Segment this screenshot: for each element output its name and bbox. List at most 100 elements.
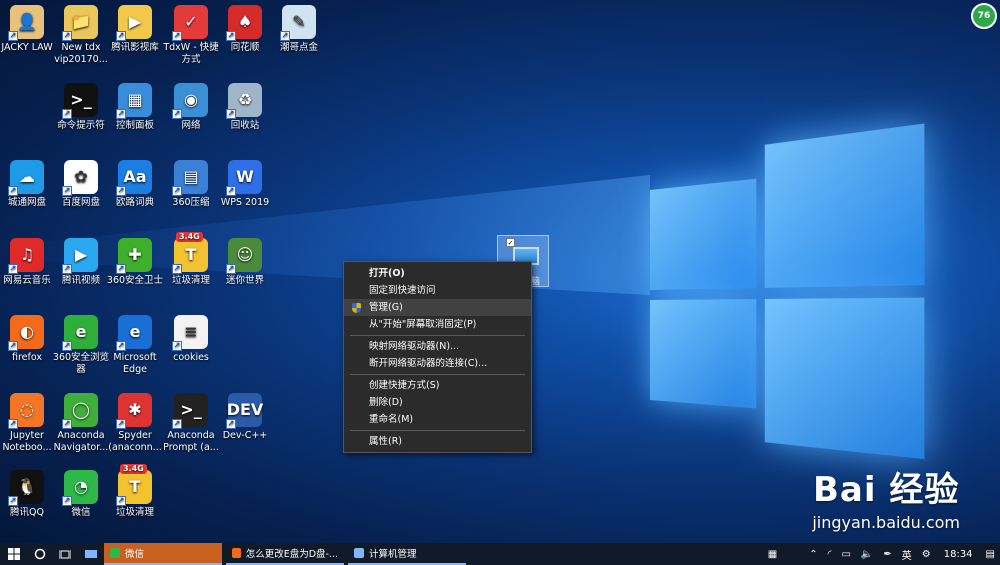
volume-icon[interactable]: 🔈 xyxy=(861,549,873,560)
app-icon xyxy=(232,548,241,558)
explorer-taskbar-icon[interactable] xyxy=(78,543,104,565)
desktop-icon[interactable]: ◯ ↗ Anaconda Navigator... xyxy=(51,393,111,454)
desktop-icon[interactable]: ▶ ↗ 腾讯影视库 xyxy=(105,5,165,54)
context-menu-item[interactable]: 创建快捷方式(S) xyxy=(344,377,531,394)
shortcut-arrow-icon: ↗ xyxy=(172,341,182,351)
desktop-icon[interactable]: e ↗ Microsoft Edge xyxy=(105,315,165,376)
shortcut-arrow-icon: ↗ xyxy=(226,264,236,274)
desktop-icon[interactable]: ◉ ↗ 网络 xyxy=(161,83,221,132)
context-menu-item[interactable]: 打开(O) xyxy=(344,265,531,282)
desktop-icon-label: 网络 xyxy=(181,120,201,131)
context-menu-item[interactable]: 管理(G) xyxy=(344,299,531,316)
app-icon: ▤ ↗ xyxy=(172,160,208,196)
desktop-icon-label: 城通网盘 xyxy=(7,197,46,208)
desktop-icon-label: firefox xyxy=(11,352,42,363)
app-icon: ▶ ↗ xyxy=(62,238,98,274)
desktop-icon[interactable]: ✎ ↗ 潮哥点金 xyxy=(269,5,329,54)
desktop-icon[interactable]: e ↗ 360安全浏览器 xyxy=(51,315,111,376)
app-icon: ✓ ↗ xyxy=(172,5,208,41)
desktop-icon[interactable]: >_ ↗ Anaconda Prompt (a... xyxy=(161,393,221,454)
search-circle-icon xyxy=(34,548,46,560)
context-menu-item[interactable]: 从"开始"屏幕取消固定(P) xyxy=(344,316,531,333)
ime-settings-icon[interactable]: ⚙ xyxy=(922,549,931,560)
shortcut-arrow-icon: ↗ xyxy=(62,419,72,429)
desktop-icon-label: 微信 xyxy=(71,507,91,518)
desktop-icon[interactable]: ✱ ↗ Spyder (anaconn... xyxy=(105,393,165,454)
shortcut-arrow-icon: ↗ xyxy=(8,31,18,41)
notification-icon[interactable]: ▤ xyxy=(986,549,995,560)
desktop-icon[interactable]: ◌ ↗ Jupyter Noteboo... xyxy=(0,393,57,454)
taskbar-app[interactable]: 微信 xyxy=(104,543,222,565)
app-icon: ✱ ↗ xyxy=(116,393,152,429)
desktop-icon[interactable]: ♠ ↗ 同花顺 xyxy=(215,5,275,54)
shortcut-arrow-icon: ↗ xyxy=(8,264,18,274)
context-menu-item[interactable]: 断开网络驱动器的连接(C)... xyxy=(344,355,531,372)
desktop-icon-label: Spyder (anaconn... xyxy=(108,430,162,453)
app-icon: >_ ↗ xyxy=(172,393,208,429)
shortcut-arrow-icon: ↗ xyxy=(226,31,236,41)
shortcut-arrow-icon: ↗ xyxy=(62,496,72,506)
search-button[interactable] xyxy=(28,543,52,565)
desktop-icon[interactable]: ✚ ↗ 360安全卫士 xyxy=(105,238,165,287)
desktop-icon[interactable]: ✿ ↗ 百度网盘 xyxy=(51,160,111,209)
clock[interactable]: 18:34 xyxy=(944,549,973,560)
app-icon: DEV ↗ xyxy=(226,393,263,429)
context-menu-item[interactable]: 重命名(M) xyxy=(344,411,531,428)
taskbar-app[interactable]: 怎么更改E盘为D盘-... xyxy=(226,543,344,565)
desktop-icon-label: Microsoft Edge xyxy=(113,352,157,375)
keyboard-icon[interactable]: ▦ xyxy=(768,549,777,560)
app-icon: ♻ ↗ xyxy=(226,83,262,119)
menu-item-label: 重命名(M) xyxy=(369,414,414,425)
desktop-icon[interactable]: ◐ ↗ firefox xyxy=(0,315,57,364)
app-icon: e ↗ xyxy=(116,315,152,351)
desktop-icon[interactable]: ☁ ↗ 城通网盘 xyxy=(0,160,57,209)
context-menu-item[interactable]: 属性(R) xyxy=(344,433,531,450)
taskbar-app[interactable]: 计算机管理 xyxy=(348,543,466,565)
battery-icon[interactable]: ▭ xyxy=(841,549,850,560)
desktop-icon[interactable]: ✓ ↗ TdxW - 快捷方式 xyxy=(161,5,221,66)
desktop-icon[interactable]: ▤ ↗ 360压缩 xyxy=(161,160,221,209)
context-menu-item[interactable]: 固定到快速访问 xyxy=(344,282,531,299)
taskbar-app-label: 计算机管理 xyxy=(369,549,417,560)
desktop-icon[interactable]: 🐧 ↗ 腾讯QQ xyxy=(0,470,57,519)
checkbox-icon[interactable]: ✓ xyxy=(506,238,515,247)
shortcut-arrow-icon: ↗ xyxy=(116,419,126,429)
start-button[interactable] xyxy=(0,543,28,565)
ime-indicator[interactable]: 英 xyxy=(902,547,912,562)
context-menu-item[interactable]: 映射网络驱动器(N)... xyxy=(344,338,531,355)
app-icon: ◌ ↗ xyxy=(8,393,44,429)
desktop-icon-label: 360安全卫士 xyxy=(106,275,164,286)
desktop-icon[interactable]: ▦ ↗ 控制面板 xyxy=(105,83,165,132)
context-menu-item[interactable]: 删除(D) xyxy=(344,394,531,411)
desktop-icon[interactable]: ▶ ↗ 腾讯视频 xyxy=(51,238,111,287)
desktop-icon[interactable]: T ↗ 3.4G 垃圾清理 xyxy=(105,464,165,519)
pen-icon[interactable]: ✒ xyxy=(883,549,891,560)
task-view-button[interactable] xyxy=(52,543,78,565)
app-icon: ◐ ↗ xyxy=(8,315,44,351)
network-icon[interactable]: ◜ xyxy=(828,549,832,560)
shortcut-arrow-icon: ↗ xyxy=(8,186,18,196)
corner-badge[interactable]: 76 xyxy=(971,3,997,29)
desktop-icon[interactable]: 📁 ↗ New tdx vip20170... xyxy=(51,5,111,66)
chevron-up-icon[interactable]: ⌃ xyxy=(809,549,817,560)
desktop-icon[interactable]: >_ ↗ 命令提示符 xyxy=(51,83,111,132)
desktop-icon[interactable]: ◔ ↗ 微信 xyxy=(51,470,111,519)
desktop-icon[interactable]: T ↗ 3.4G 垃圾清理 xyxy=(161,232,221,287)
shortcut-arrow-icon: ↗ xyxy=(172,109,182,119)
desktop-icon-label: Jupyter Noteboo... xyxy=(2,430,52,453)
app-icon: ≡ ↗ xyxy=(172,315,208,351)
menu-item-label: 映射网络驱动器(N)... xyxy=(369,341,460,352)
windows-icon xyxy=(8,548,20,560)
desktop-icon[interactable]: W ↗ WPS 2019 xyxy=(215,160,275,209)
desktop-icon[interactable]: 👤 ↗ JACKY LAW xyxy=(0,5,57,54)
desktop-icon[interactable]: Aa ↗ 欧路词典 xyxy=(105,160,165,209)
desktop-icon[interactable]: DEV ↗ Dev-C++ xyxy=(215,393,275,442)
menu-item-label: 打开(O) xyxy=(369,268,405,279)
shortcut-arrow-icon: ↗ xyxy=(8,341,18,351)
desktop-icon-label: 迷你世界 xyxy=(225,275,264,286)
desktop-icon[interactable]: ♫ ↗ 网易云音乐 xyxy=(0,238,57,287)
desktop-icon[interactable]: ≡ ↗ cookies xyxy=(161,315,221,364)
desktop-icon[interactable]: ☺ ↗ 迷你世界 xyxy=(215,238,275,287)
desktop-icon[interactable]: ♻ ↗ 回收站 xyxy=(215,83,275,132)
desktop-icon-label: WPS 2019 xyxy=(220,197,270,208)
